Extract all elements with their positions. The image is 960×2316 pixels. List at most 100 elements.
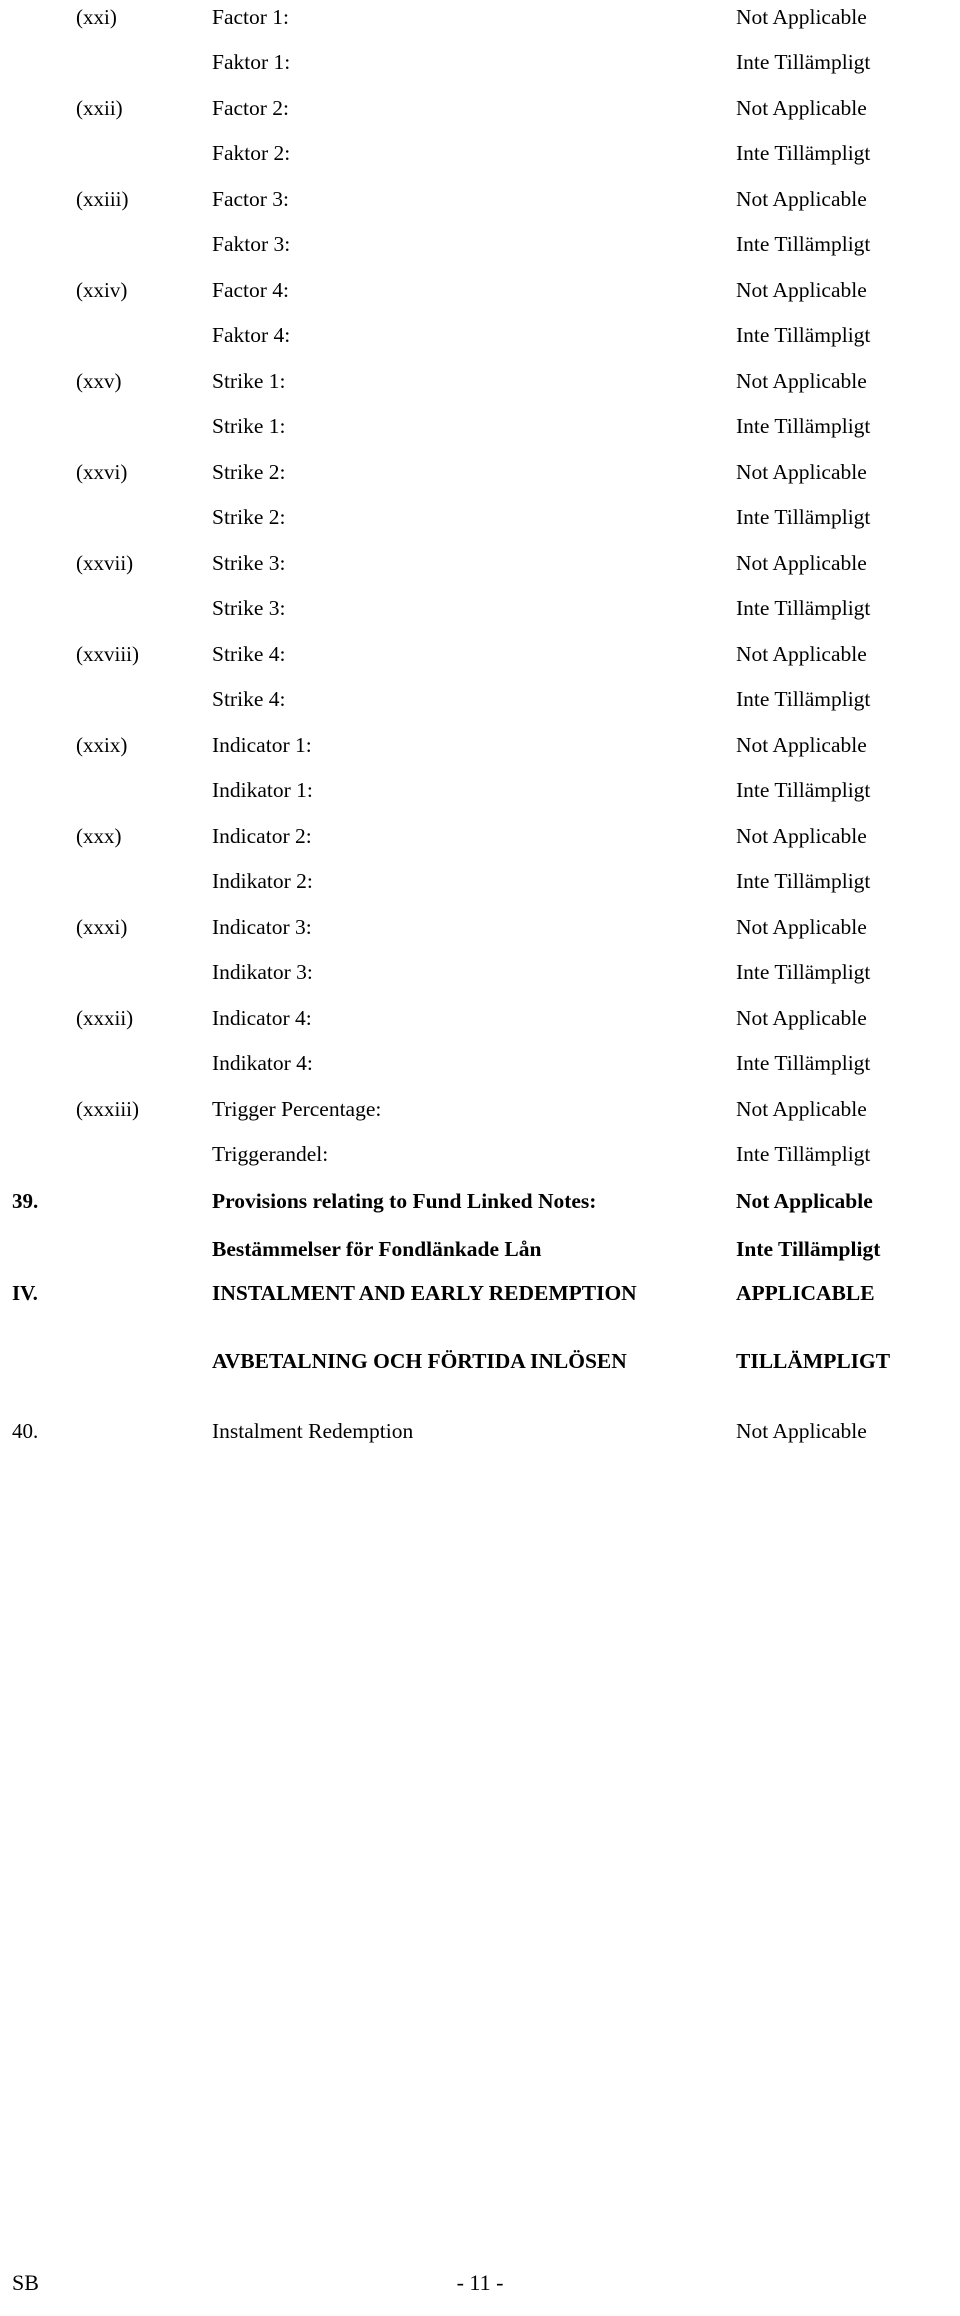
row-value: Not Applicable [736,187,867,211]
row-item-number: (xxvi) [76,460,128,484]
row-label: Indikator 4: [212,1051,313,1075]
table-row: Strike 4: Inte Tillämpligt [0,686,960,732]
row-value: Not Applicable [736,915,867,939]
row-value: TILLÄMPLIGT [736,1349,891,1373]
row-item-number: (xxi) [76,5,117,29]
row-label: Strike 3: [212,551,286,575]
table-row: (xxi) Factor 1: Not Applicable [0,4,960,49]
table-row: Indikator 4: Inte Tillämpligt [0,1050,960,1096]
row-label: Indicator 2: [212,824,312,848]
table-row: (xxv) Strike 1: Not Applicable [0,368,960,413]
row-item-number: (xxii) [76,96,123,120]
row-label: Indikator 1: [212,778,313,802]
row-value: Inte Tillämpligt [736,323,871,347]
row-value: Not Applicable [736,96,867,120]
row-item-number: (xxxii) [76,1006,134,1030]
row-value: Not Applicable [736,824,867,848]
table-row: (xxvi) Strike 2: Not Applicable [0,459,960,504]
row-item-number: 39. [12,1189,39,1213]
row-label: Strike 1: [212,369,286,393]
table-row: (xxxi) Indicator 3: Not Applicable [0,914,960,959]
row-label: Provisions relating to Fund Linked Notes… [212,1189,597,1213]
row-label: Factor 1: [212,5,290,29]
row-label: Indicator 1: [212,733,312,757]
row-value: Not Applicable [736,551,867,575]
row-label: Strike 4: [212,642,286,666]
table-row: 40. Instalment Redemption Not Applicable [0,1418,960,1466]
row-item-number: (xxix) [76,733,128,757]
row-label: Indikator 2: [212,869,313,893]
row-label: AVBETALNING OCH FÖRTIDA INLÖSEN [212,1349,627,1373]
row-value: Inte Tillämpligt [736,414,871,438]
row-item-number: (xxvii) [76,551,134,575]
table-row: (xxiv) Factor 4: Not Applicable [0,277,960,322]
row-value: Inte Tillämpligt [736,141,871,165]
table-row: Triggerandel: Inte Tillämpligt [0,1141,960,1188]
table-row: Faktor 2: Inte Tillämpligt [0,140,960,186]
row-value: Inte Tillämpligt [736,505,871,529]
row-item-number: (xxiv) [76,278,128,302]
row-value: Inte Tillämpligt [736,50,871,74]
table-row: Faktor 4: Inte Tillämpligt [0,322,960,368]
row-label: Strike 2: [212,460,286,484]
table-row: IV. INSTALMENT AND EARLY REDEMPTION APPLIC… [0,1280,960,1350]
row-item-number: IV. [12,1281,38,1305]
row-value: Not Applicable [736,733,867,757]
row-item-number: 40. [12,1419,39,1443]
row-label: Bestämmelser för Fondlänkade Lån [212,1237,542,1261]
row-label: Faktor 3: [212,232,291,256]
row-label: Factor 4: [212,278,290,302]
row-value: Not Applicable [736,5,867,29]
table-row: Faktor 1: Inte Tillämpligt [0,49,960,95]
row-label: Instalment Redemption [212,1419,414,1443]
row-label: Triggerandel: [212,1142,329,1166]
row-item-number: (xxx) [76,824,122,848]
table-row: (xxvii) Strike 3: Not Applicable [0,550,960,595]
table-row: Indikator 3: Inte Tillämpligt [0,959,960,1005]
table-row: AVBETALNING OCH FÖRTIDA INLÖSEN TILLÄMPLI… [0,1348,960,1420]
row-label: INSTALMENT AND EARLY REDEMPTION [212,1281,637,1305]
row-value: Not Applicable [736,1097,867,1121]
table-row: Strike 1: Inte Tillämpligt [0,413,960,459]
row-value: Inte Tillämpligt [736,869,871,893]
table-row: (xxviii) Strike 4: Not Applicable [0,641,960,686]
page-footer: SB - 11 - [0,2256,960,2316]
table-row: Indikator 1: Inte Tillämpligt [0,777,960,823]
row-item-number: (xxxi) [76,915,128,939]
row-label: Indicator 3: [212,915,312,939]
row-value: Inte Tillämpligt [736,1051,871,1075]
row-label: Factor 3: [212,187,290,211]
row-value: Inte Tillämpligt [736,1237,881,1261]
table-row: 39. Provisions relating to Fund Linked No… [0,1188,960,1236]
row-label: Trigger Percentage: [212,1097,382,1121]
table-row: Faktor 3: Inte Tillämpligt [0,231,960,277]
row-value: Not Applicable [736,1419,867,1443]
table-row: Strike 2: Inte Tillämpligt [0,504,960,550]
table-row: (xxii) Factor 2: Not Applicable [0,95,960,140]
row-value: Inte Tillämpligt [736,687,871,711]
row-label: Faktor 1: [212,50,291,74]
row-label: Factor 2: [212,96,290,120]
row-label: Strike 3: [212,596,286,620]
row-item-number: (xxiii) [76,187,129,211]
row-value: Not Applicable [736,1189,873,1213]
row-item-number: (xxxiii) [76,1097,139,1121]
table-row: Indikator 2: Inte Tillämpligt [0,868,960,914]
table-row: (xxix) Indicator 1: Not Applicable [0,732,960,777]
row-label: Faktor 4: [212,323,291,347]
row-item-number: (xxv) [76,369,122,393]
row-label: Faktor 2: [212,141,291,165]
table-row: (xxiii) Factor 3: Not Applicable [0,186,960,231]
row-value: Not Applicable [736,278,867,302]
table-row: (xxxiii) Trigger Percentage: Not Applicabl… [0,1096,960,1141]
document-page: (xxi) Factor 1: Not Applicable Faktor 1: Int… [0,0,960,2316]
table-row: (xxxii) Indicator 4: Not Applicable [0,1005,960,1050]
footer-page-number: - 11 - [456,2270,504,2295]
table-row: (xxx) Indicator 2: Not Applicable [0,823,960,868]
row-value: Not Applicable [736,460,867,484]
row-value: Not Applicable [736,369,867,393]
row-value: Not Applicable [736,642,867,666]
row-label: Strike 1: [212,414,286,438]
table-row: Strike 3: Inte Tillämpligt [0,595,960,641]
row-label: Indicator 4: [212,1006,312,1030]
